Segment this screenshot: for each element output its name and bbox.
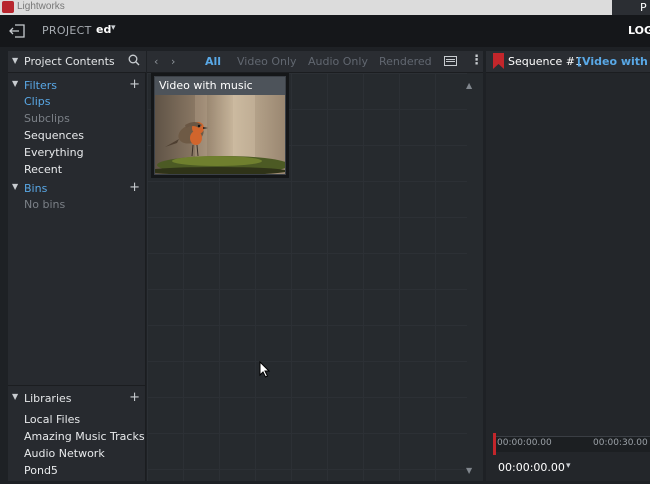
logout-button[interactable]: LOG bbox=[628, 24, 650, 37]
filter-item-clips[interactable]: Clips bbox=[24, 95, 51, 108]
project-contents-header[interactable]: ▼ Project Contents bbox=[8, 51, 146, 73]
search-icon[interactable] bbox=[128, 54, 140, 70]
filter-item-subclips[interactable]: Subclips bbox=[24, 112, 70, 125]
clip-title: Video with music bbox=[155, 77, 285, 95]
sequence-title: Sequence #1 bbox=[508, 55, 582, 68]
add-filter-icon[interactable]: + bbox=[129, 77, 140, 92]
chevron-down-icon[interactable]: ▼ bbox=[12, 79, 18, 88]
project-sidebar: ▼ Project Contents ▼ Filters + Clips Sub… bbox=[8, 51, 146, 481]
timeline-ruler[interactable]: 00:00:00.00 00:00:30.00 bbox=[493, 433, 650, 455]
sequence-clip-name: [Video with mus bbox=[577, 55, 650, 68]
library-item-pond5[interactable]: Pond5 bbox=[24, 464, 58, 477]
libraries-section: ▼ Libraries + Local Files Amazing Music … bbox=[8, 385, 146, 481]
add-library-icon[interactable]: + bbox=[129, 390, 140, 405]
tab-video-only[interactable]: Video Only bbox=[237, 55, 297, 68]
exit-project-icon[interactable] bbox=[9, 24, 25, 38]
playhead-marker[interactable] bbox=[493, 433, 496, 455]
libraries-header[interactable]: ▼ Libraries + bbox=[8, 389, 146, 409]
libraries-label: Libraries bbox=[24, 392, 72, 405]
library-item-local-files[interactable]: Local Files bbox=[24, 413, 80, 426]
app-top-bar: PROJECT ed ▾ LOG bbox=[0, 15, 650, 47]
scroll-up-icon[interactable]: ▲ bbox=[466, 81, 472, 90]
window-title: Lightworks bbox=[17, 1, 65, 12]
chevron-down-icon[interactable]: ▼ bbox=[12, 392, 18, 401]
scroll-down-icon[interactable]: ▼ bbox=[466, 466, 472, 475]
ruler-tick-label: 00:00:30.00 bbox=[593, 438, 648, 448]
bins-header[interactable]: ▼ Bins + bbox=[8, 179, 146, 199]
chevron-down-icon[interactable]: ▾ bbox=[566, 461, 571, 471]
clip-tile[interactable]: Video with music bbox=[151, 73, 289, 178]
project-name-dropdown[interactable]: ed bbox=[96, 23, 111, 36]
chevron-down-icon[interactable]: ▾ bbox=[111, 23, 116, 33]
mouse-pointer-icon bbox=[259, 360, 271, 381]
ruler-tick-label: 00:00:00.00 bbox=[497, 438, 552, 448]
view-mode-icon[interactable] bbox=[444, 56, 457, 66]
clip-thumbnail bbox=[155, 95, 285, 174]
filter-item-recent[interactable]: Recent bbox=[24, 163, 62, 176]
bins-label: Bins bbox=[24, 182, 48, 195]
filters-label: Filters bbox=[24, 79, 57, 92]
tab-rendered[interactable]: Rendered bbox=[379, 55, 432, 68]
browser-scrollbar[interactable]: ▲ ▼ bbox=[465, 77, 475, 477]
content-browser: ‹ › All Video Only Audio Only Rendered ⋮… bbox=[147, 51, 483, 481]
tab-all[interactable]: All bbox=[205, 55, 221, 68]
no-bins-text: No bins bbox=[24, 198, 66, 211]
filter-item-everything[interactable]: Everything bbox=[24, 146, 84, 159]
timecode-display[interactable]: 00:00:00.00 bbox=[498, 461, 565, 474]
chevron-down-icon[interactable]: ▼ bbox=[12, 182, 18, 191]
more-options-icon[interactable]: ⋮ bbox=[470, 54, 483, 67]
library-item-audio-network[interactable]: Audio Network bbox=[24, 447, 105, 460]
sequence-bookmark-icon bbox=[493, 53, 504, 72]
tab-audio-only[interactable]: Audio Only bbox=[308, 55, 368, 68]
chevron-down-icon[interactable]: ▼ bbox=[12, 56, 18, 65]
os-title-bar: Lightworks bbox=[0, 0, 650, 15]
project-contents-label: Project Contents bbox=[24, 55, 115, 68]
back-arrow-icon[interactable]: ‹ bbox=[154, 55, 158, 68]
project-label: PROJECT bbox=[42, 24, 92, 37]
library-item-amazing-music-tracks[interactable]: Amazing Music Tracks bbox=[24, 430, 145, 443]
forward-arrow-icon[interactable]: › bbox=[171, 55, 175, 68]
filters-header[interactable]: ▼ Filters + bbox=[8, 76, 146, 96]
clip-tile-frame: Video with music bbox=[154, 76, 286, 175]
sequence-header: Sequence #1 [Video with mus bbox=[486, 51, 650, 73]
browser-toolbar: ‹ › All Video Only Audio Only Rendered ⋮ bbox=[147, 51, 483, 73]
add-bin-icon[interactable]: + bbox=[129, 180, 140, 195]
filter-item-sequences[interactable]: Sequences bbox=[24, 129, 84, 142]
lightworks-app-icon bbox=[2, 1, 14, 13]
sequence-panel: Sequence #1 [Video with mus 00:00:00.00 … bbox=[486, 51, 650, 481]
